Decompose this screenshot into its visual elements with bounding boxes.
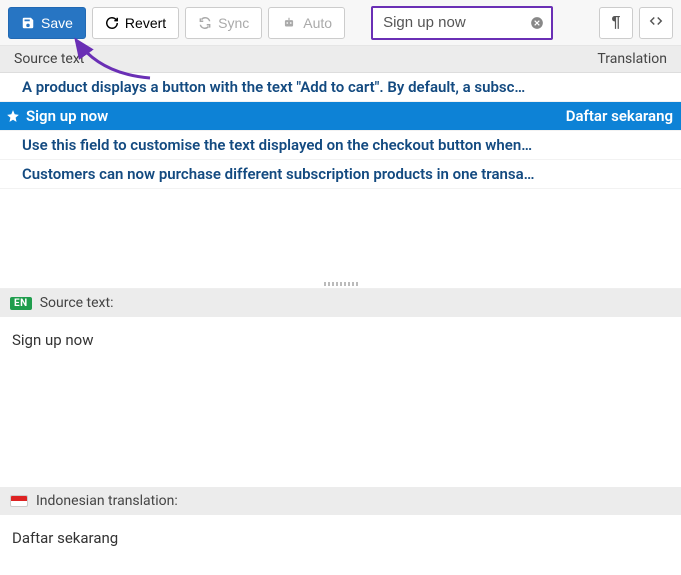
- sync-button[interactable]: Sync: [185, 7, 262, 39]
- save-button[interactable]: Save: [8, 7, 86, 39]
- save-label: Save: [41, 15, 73, 31]
- toolbar: Save Revert Sync Auto ¶: [0, 0, 681, 46]
- translation-panel-label: Indonesian translation:: [36, 493, 178, 509]
- row-translation: Daftar sekarang: [556, 107, 673, 125]
- search-box: [371, 6, 553, 40]
- code-icon: [648, 14, 664, 31]
- column-translation: Translation: [597, 51, 667, 67]
- id-flag-icon: [10, 495, 28, 507]
- string-row[interactable]: A product displays a button with the tex…: [0, 73, 681, 102]
- translation-panel-header: Indonesian translation:: [0, 487, 681, 515]
- row-source: Customers can now purchase different sub…: [22, 165, 673, 183]
- column-headers: Source text Translation: [0, 46, 681, 73]
- revert-label: Revert: [125, 15, 166, 31]
- string-row[interactable]: Sign up nowDaftar sekarang: [0, 102, 681, 131]
- auto-button[interactable]: Auto: [268, 7, 345, 39]
- row-source: Sign up now: [26, 107, 556, 125]
- clear-search-icon[interactable]: [523, 16, 551, 30]
- column-source: Source text: [14, 51, 597, 67]
- row-source: Use this field to customise the text dis…: [22, 136, 673, 154]
- source-panel-label: Source text:: [40, 295, 114, 311]
- sync-icon: [198, 16, 212, 30]
- sync-label: Sync: [218, 15, 249, 31]
- translation-text-value[interactable]: Daftar sekarang: [0, 515, 681, 575]
- pilcrow-button[interactable]: ¶: [599, 7, 633, 39]
- splitter-handle[interactable]: [322, 281, 360, 287]
- pilcrow-icon: ¶: [612, 14, 621, 32]
- string-row[interactable]: Use this field to customise the text dis…: [0, 131, 681, 160]
- list-gap: [0, 189, 681, 289]
- robot-icon: [281, 16, 297, 30]
- star-icon: [6, 109, 20, 123]
- auto-label: Auto: [303, 15, 332, 31]
- save-icon: [21, 16, 35, 30]
- code-button[interactable]: [639, 7, 673, 39]
- search-input[interactable]: [373, 8, 523, 37]
- source-panel-header: EN Source text:: [0, 289, 681, 317]
- revert-button[interactable]: Revert: [92, 7, 179, 39]
- en-badge: EN: [10, 297, 32, 310]
- string-list: A product displays a button with the tex…: [0, 73, 681, 189]
- source-text-value: Sign up now: [0, 317, 681, 487]
- row-source: A product displays a button with the tex…: [22, 78, 673, 96]
- revert-icon: [105, 16, 119, 30]
- string-row[interactable]: Customers can now purchase different sub…: [0, 160, 681, 189]
